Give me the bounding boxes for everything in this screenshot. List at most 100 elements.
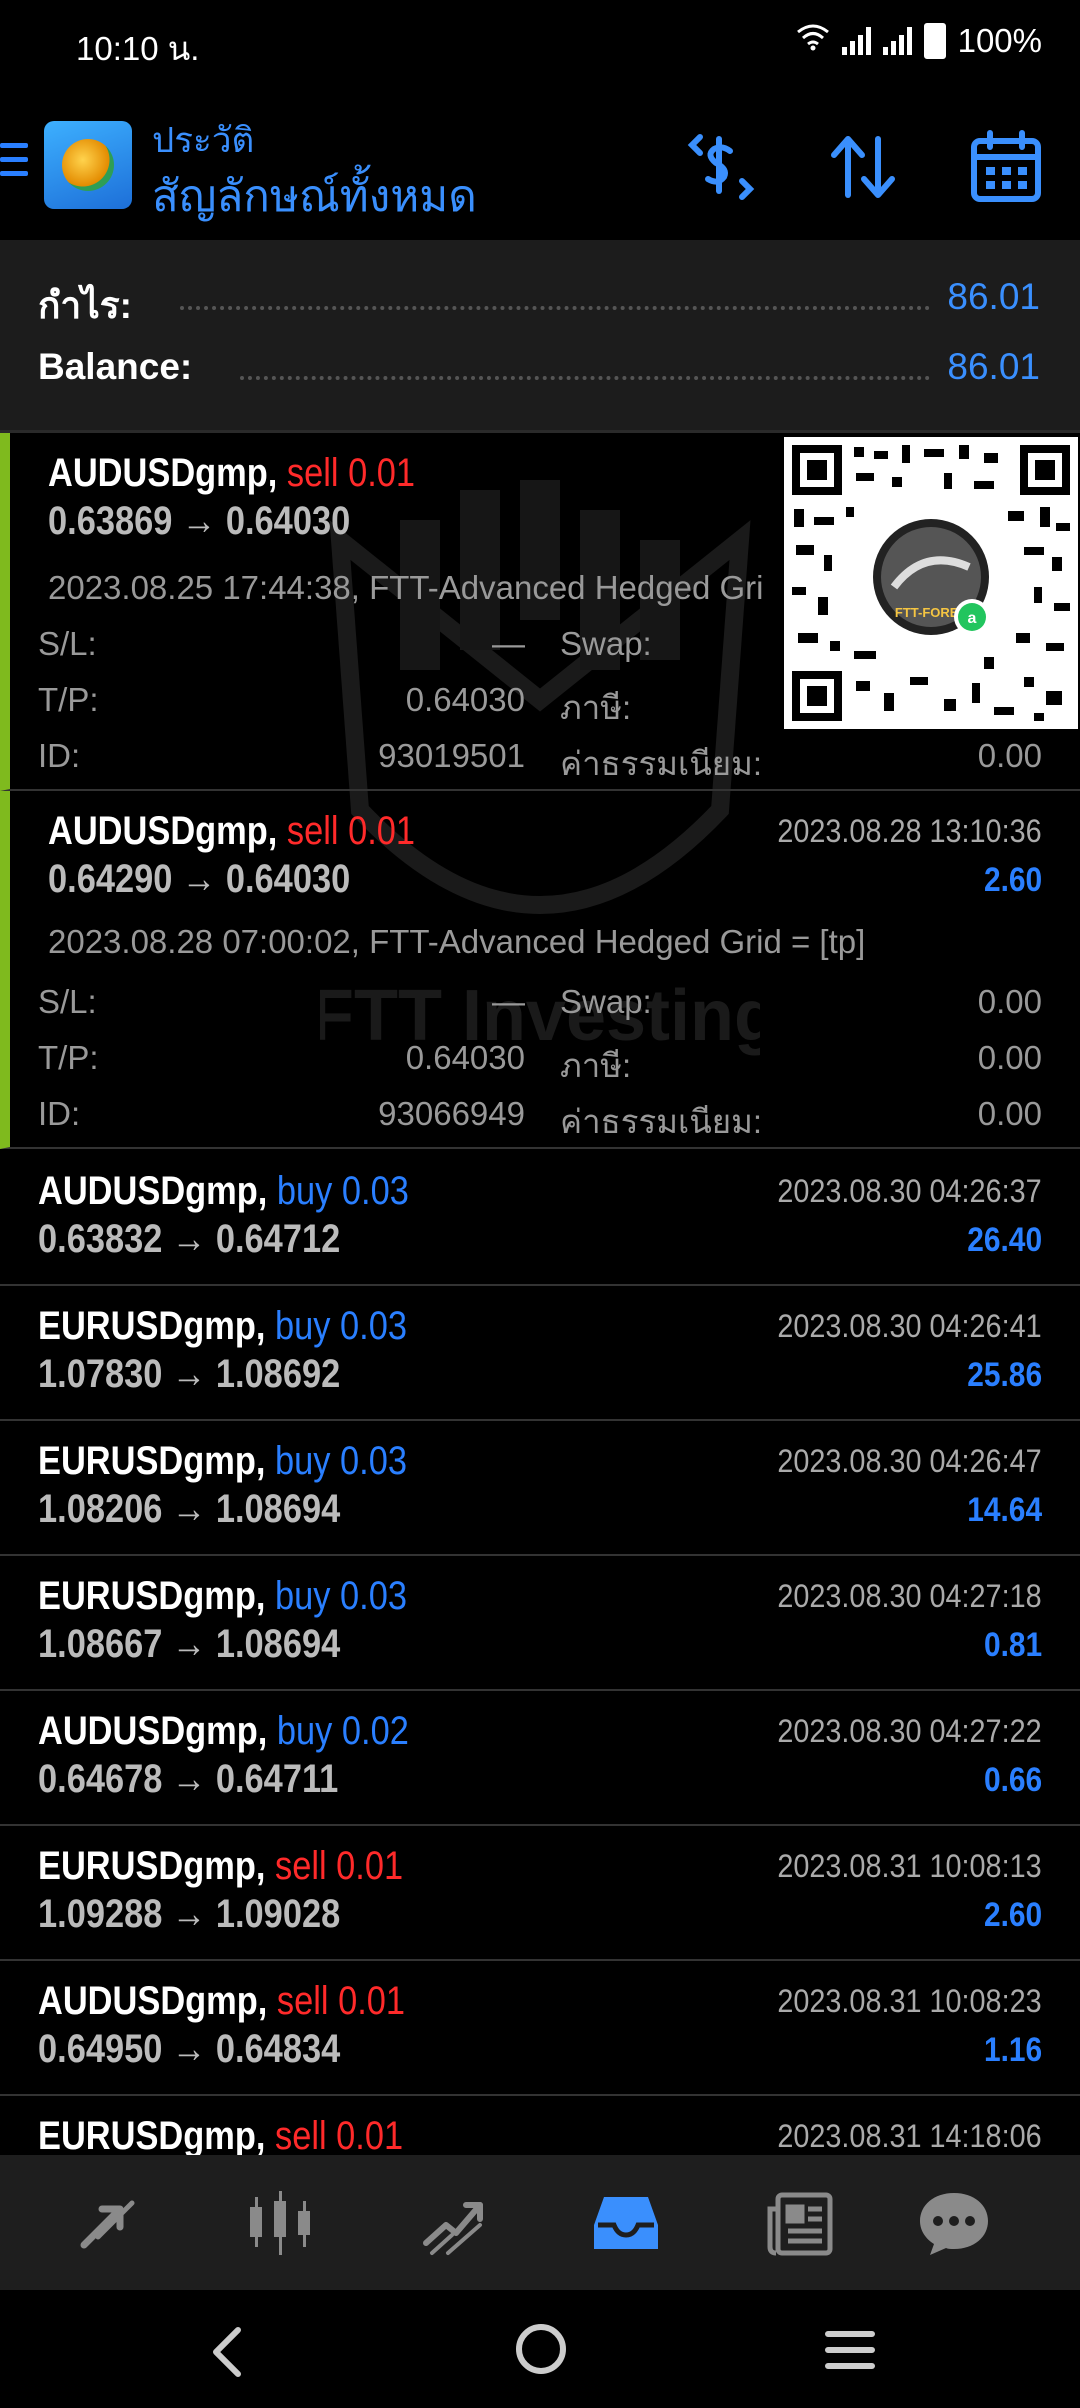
deal-prices: 0.64950 → 0.64834 bbox=[38, 2027, 341, 2071]
chat-icon[interactable] bbox=[918, 2187, 990, 2259]
battery-icon bbox=[923, 23, 946, 59]
deal-datetime: 2023.08.30 04:26:41 bbox=[777, 1308, 1042, 1344]
battery-percent: 100% bbox=[957, 22, 1042, 59]
sl-value: — bbox=[492, 625, 525, 662]
deal-symbol: AUDUSDgmp, sell 0.01 bbox=[48, 809, 416, 853]
menu-icon[interactable] bbox=[0, 143, 28, 183]
tax-label: ภาษี: bbox=[560, 689, 632, 726]
deal-side: buy 0.03 bbox=[274, 1439, 407, 1483]
deal-comment: 2023.08.25 17:44:38, FTT-Advanced Hedged… bbox=[48, 569, 764, 606]
svg-text:a: a bbox=[968, 610, 977, 627]
tax-value: 0.00 bbox=[977, 1039, 1042, 1076]
deal-datetime: 2023.08.31 14:18:06 bbox=[777, 2118, 1042, 2154]
deal-datetime: 2023.08.31 10:08:23 bbox=[777, 1983, 1042, 2019]
deal-datetime: 2023.08.31 10:08:13 bbox=[777, 1848, 1042, 1884]
trade-icon[interactable] bbox=[418, 2187, 490, 2259]
deal-profit: 0.66 bbox=[983, 1761, 1042, 1799]
news-icon[interactable] bbox=[764, 2187, 836, 2259]
deal-profit: 26.40 bbox=[967, 1221, 1042, 1259]
tp-label: T/P: bbox=[38, 681, 99, 718]
deal-prices: 1.09288 → 1.09028 bbox=[38, 1892, 341, 1936]
tp-value: 0.64030 bbox=[405, 681, 525, 718]
header-title[interactable]: สัญลักษณ์ทั้งหมด bbox=[152, 161, 477, 231]
sl-label: S/L: bbox=[38, 983, 97, 1020]
deal-comment: 2023.08.28 07:00:02, FTT-Advanced Hedged… bbox=[48, 923, 866, 960]
header-subtitle: ประวัติ bbox=[152, 121, 255, 160]
deal-side: sell 0.01 bbox=[286, 451, 416, 495]
app-logo bbox=[44, 121, 132, 209]
id-value: 93066949 bbox=[378, 1095, 525, 1132]
deal-datetime: 2023.08.30 04:27:22 bbox=[777, 1713, 1042, 1749]
sort-icon[interactable] bbox=[824, 127, 904, 207]
sl-value: — bbox=[492, 983, 525, 1020]
wifi-icon bbox=[796, 23, 830, 59]
deal-symbol: EURUSDgmp, sell 0.01 bbox=[38, 1844, 404, 1888]
deal-symbol: AUDUSDgmp, buy 0.02 bbox=[38, 1709, 409, 1753]
deal-prices: 0.64678 → 0.64711 bbox=[38, 1757, 339, 1801]
commission-value: 0.00 bbox=[977, 1095, 1042, 1132]
deal-side: buy 0.03 bbox=[274, 1574, 407, 1618]
deal-prices: 0.64290 → 0.64030 bbox=[48, 857, 351, 901]
deal-symbol: EURUSDgmp, sell 0.01 bbox=[38, 2114, 404, 2158]
id-label: ID: bbox=[38, 737, 81, 774]
deal-symbol: AUDUSDgmp, buy 0.03 bbox=[38, 1169, 409, 1213]
profit-value: 86.01 bbox=[935, 276, 1040, 318]
deal-row[interactable]: EURUSDgmp, buy 0.03 1.08667 → 1.08694 20… bbox=[0, 1556, 1080, 1691]
id-label: ID: bbox=[38, 1095, 81, 1132]
deal-row[interactable]: EURUSDgmp, sell 0.01 1.09288 → 1.09028 2… bbox=[0, 1826, 1080, 1961]
deal-prices: 1.07830 → 1.08692 bbox=[38, 1352, 341, 1396]
status-icons: 100% bbox=[796, 22, 1042, 60]
sl-label: S/L: bbox=[38, 625, 97, 662]
deal-symbol: EURUSDgmp, buy 0.03 bbox=[38, 1439, 407, 1483]
deal-side: sell 0.01 bbox=[274, 2114, 404, 2158]
deal-symbol: EURUSDgmp, buy 0.03 bbox=[38, 1304, 407, 1348]
deal-symbol: EURUSDgmp, buy 0.03 bbox=[38, 1574, 407, 1618]
deal-row[interactable]: AUDUSDgmp, sell 0.01 0.64950 → 0.64834 2… bbox=[0, 1961, 1080, 2096]
swap-label: Swap: bbox=[560, 625, 652, 662]
deal-datetime: 2023.08.28 13:10:36 bbox=[777, 813, 1042, 849]
deal-row[interactable]: AUDUSDgmp, sell 0.01 0.64290 → 0.64030 2… bbox=[0, 791, 1080, 1149]
deal-row[interactable]: AUDUSDgmp, buy 0.02 0.64678 → 0.64711 20… bbox=[0, 1691, 1080, 1826]
currency-sort-icon[interactable] bbox=[682, 127, 762, 207]
deal-row[interactable]: EURUSDgmp, buy 0.03 1.08206 → 1.08694 20… bbox=[0, 1421, 1080, 1556]
deal-symbol: AUDUSDgmp, sell 0.01 bbox=[48, 451, 416, 495]
deal-prices: 0.63832 → 0.64712 bbox=[38, 1217, 341, 1261]
commission-value: 0.00 bbox=[977, 737, 1042, 774]
tp-value: 0.64030 bbox=[405, 1039, 525, 1076]
deal-side: buy 0.03 bbox=[276, 1169, 409, 1213]
qr-code-overlay: FTT-FOREX a bbox=[784, 437, 1078, 729]
balance-row: Balance: 86.01 bbox=[0, 346, 1080, 406]
deal-prices: 1.08667 → 1.08694 bbox=[38, 1622, 341, 1666]
status-bar: 10:10 น. 100% bbox=[0, 0, 1080, 90]
chart-icon[interactable] bbox=[244, 2187, 316, 2259]
deal-symbol: AUDUSDgmp, sell 0.01 bbox=[38, 1979, 406, 2023]
swap-value: 0.00 bbox=[977, 983, 1042, 1020]
commission-label: ค่าธรรมเนียม: bbox=[560, 745, 763, 782]
deal-side: sell 0.01 bbox=[274, 1844, 404, 1888]
deal-datetime: 2023.08.30 04:26:47 bbox=[777, 1443, 1042, 1479]
tax-label: ภาษี: bbox=[560, 1047, 632, 1084]
balance-value: 86.01 bbox=[935, 346, 1040, 388]
deal-profit: 2.60 bbox=[983, 1896, 1042, 1934]
status-time: 10:10 น. bbox=[76, 30, 200, 67]
quotes-icon[interactable] bbox=[72, 2187, 144, 2259]
deal-row[interactable]: AUDUSDgmp, buy 0.03 0.63832 → 0.64712 20… bbox=[0, 1151, 1080, 1286]
home-icon[interactable] bbox=[514, 2322, 568, 2381]
deal-profit: 2.60 bbox=[983, 861, 1042, 899]
recents-icon[interactable] bbox=[824, 2328, 876, 2377]
commission-label: ค่าธรรมเนียม: bbox=[560, 1103, 763, 1140]
deal-prices: 0.63869 → 0.64030 bbox=[48, 499, 351, 543]
deal-side: sell 0.01 bbox=[286, 809, 416, 853]
id-value: 93019501 bbox=[378, 737, 525, 774]
signal-icon bbox=[841, 27, 871, 55]
history-icon[interactable] bbox=[590, 2187, 662, 2259]
deal-side: sell 0.01 bbox=[276, 1979, 406, 2023]
deal-prices: 1.08206 → 1.08694 bbox=[38, 1487, 341, 1531]
calendar-icon[interactable] bbox=[966, 127, 1046, 207]
back-icon[interactable] bbox=[208, 2326, 248, 2383]
balance-label: Balance: bbox=[38, 346, 205, 388]
summary-panel: กำไร: 86.01 Balance: 86.01 bbox=[0, 240, 1080, 430]
deal-row[interactable]: EURUSDgmp, buy 0.03 1.07830 → 1.08692 20… bbox=[0, 1286, 1080, 1421]
deal-profit: 14.64 bbox=[967, 1491, 1042, 1529]
deal-profit: 25.86 bbox=[967, 1356, 1042, 1394]
